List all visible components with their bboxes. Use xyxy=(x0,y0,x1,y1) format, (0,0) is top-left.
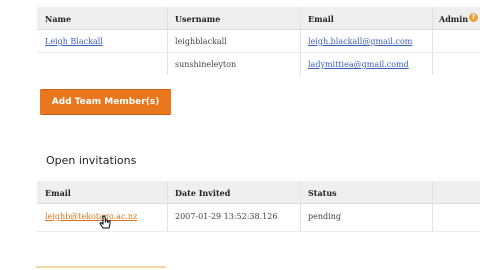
question-icon[interactable]: ? xyxy=(469,13,478,22)
row-divider xyxy=(37,52,480,53)
header-email: Email xyxy=(45,188,71,198)
member-name-link[interactable]: Leigh Blackall xyxy=(45,37,103,46)
footer-strip xyxy=(0,262,480,270)
column-divider xyxy=(300,7,301,75)
member-email-link[interactable]: ladymittiea@gmail.comd xyxy=(308,60,409,69)
header-email: Email xyxy=(308,14,334,24)
section-title: Open invitations xyxy=(46,154,137,167)
column-divider xyxy=(167,181,168,231)
header-status: Status xyxy=(308,188,337,198)
date-invited: 2007-01-29 13:52:38.126 xyxy=(175,212,278,221)
member-username: leighblackall xyxy=(175,37,227,46)
hand-pointer-icon xyxy=(99,215,111,229)
header-username: Username xyxy=(175,14,221,24)
invitation-status: pending xyxy=(308,212,341,221)
header-name: Name xyxy=(45,14,72,24)
invitation-email-link[interactable]: leighb@tekotago.ac.nz xyxy=(45,212,137,221)
column-divider xyxy=(167,7,168,75)
member-username: sunshineleyton xyxy=(175,60,237,69)
header-admin: Admin xyxy=(439,14,469,24)
column-divider xyxy=(432,181,433,231)
footer-decoration xyxy=(36,266,166,268)
header-date-invited: Date Invited xyxy=(175,188,231,198)
column-divider xyxy=(300,181,301,231)
invitations-table-header: Email Date Invited Status xyxy=(37,181,480,204)
team-table-header: Name Username Email Admin xyxy=(37,7,480,30)
member-email-link[interactable]: leigh.blackall@gmail.com xyxy=(308,37,412,46)
add-team-member-button[interactable]: Add Team Member(s) xyxy=(40,89,171,115)
column-divider xyxy=(432,7,433,75)
